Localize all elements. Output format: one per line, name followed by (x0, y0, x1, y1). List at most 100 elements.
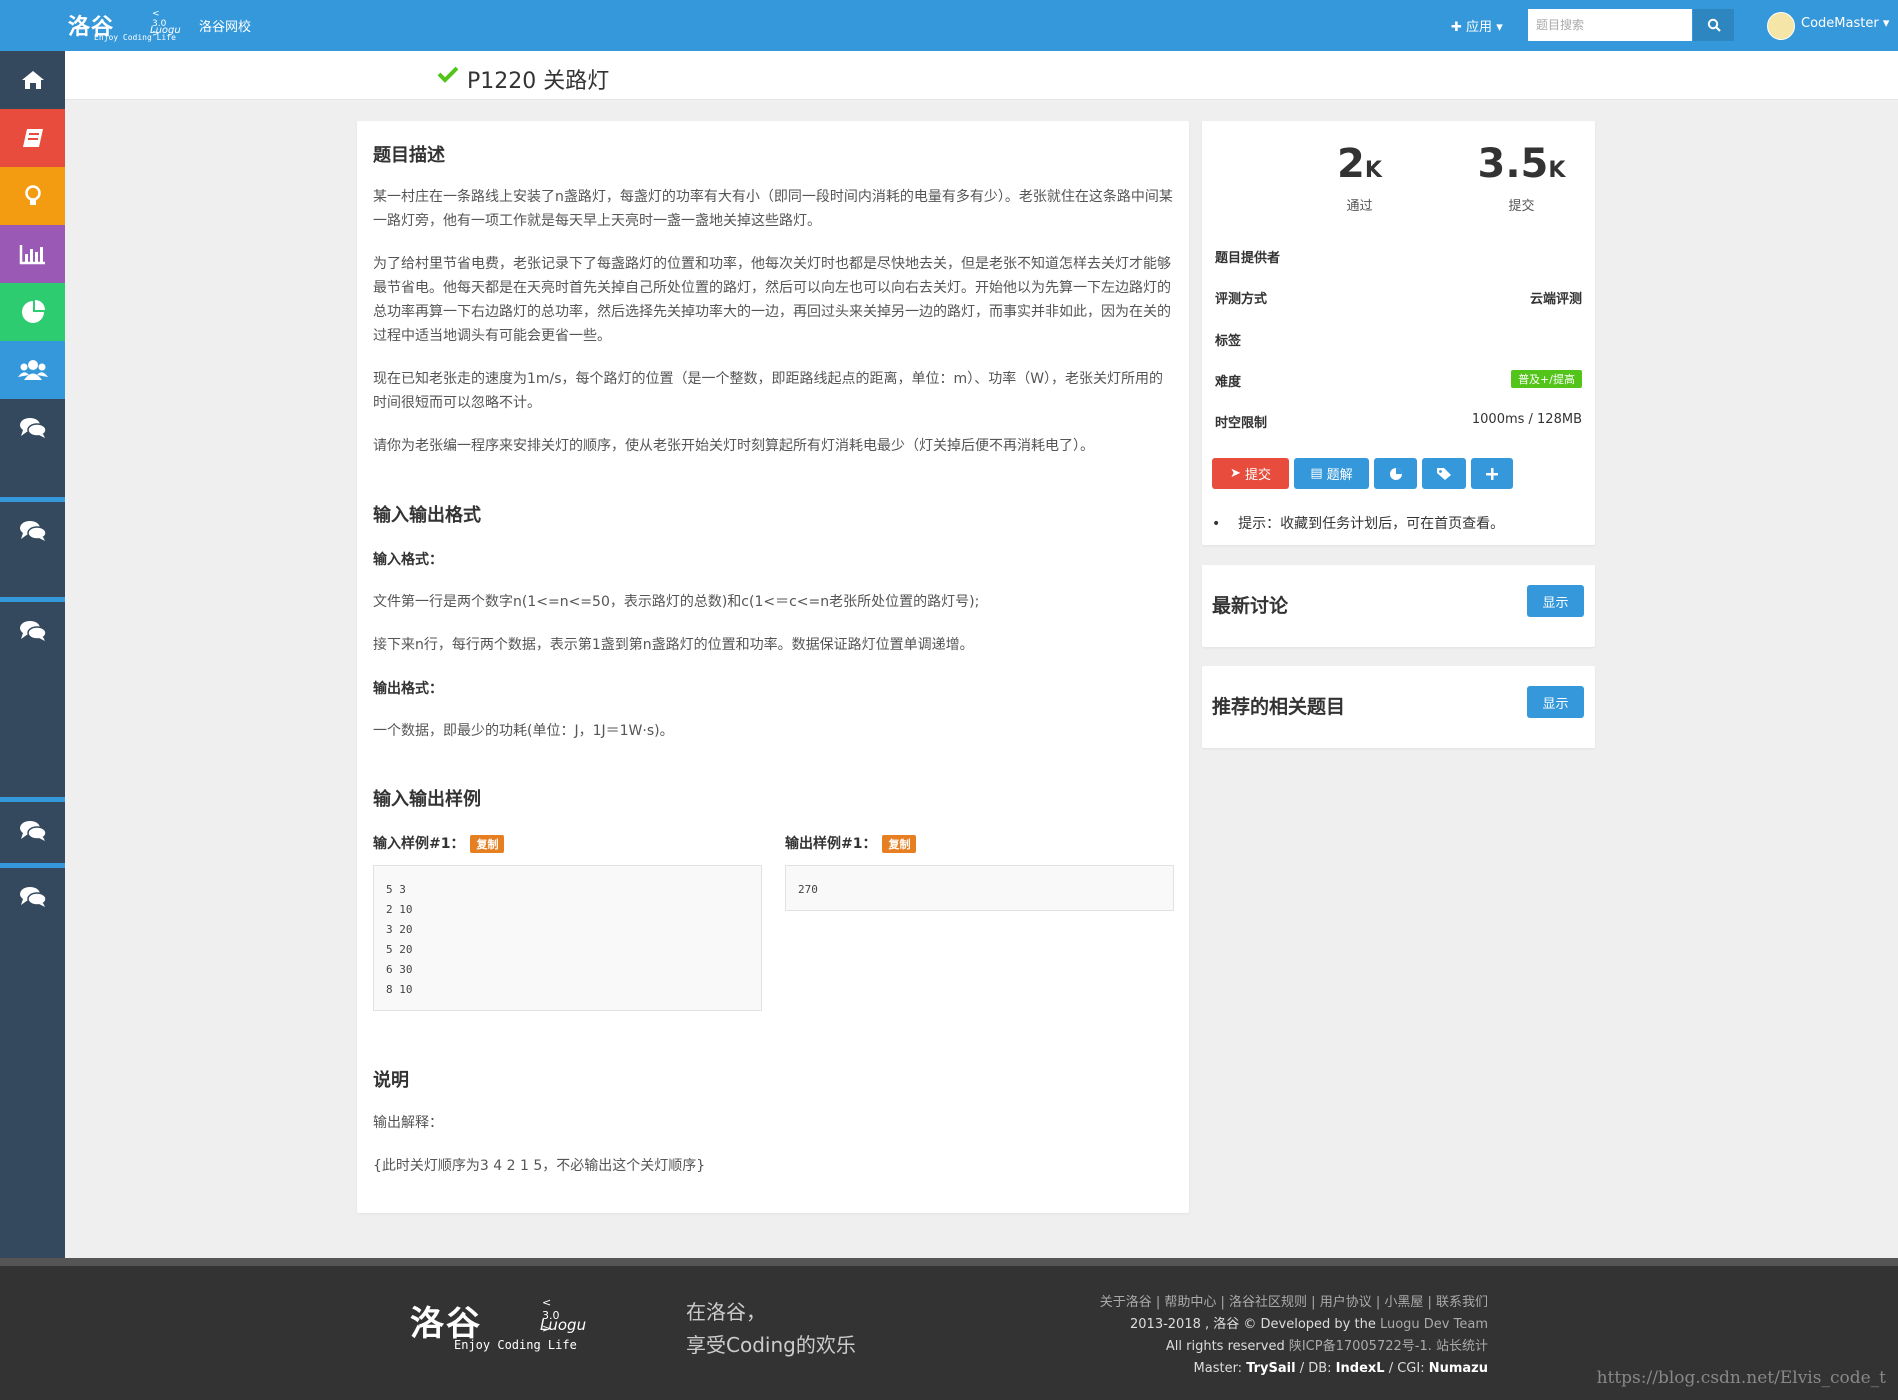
search-input[interactable] (1528, 9, 1692, 41)
show-related-button[interactable]: 显示 (1527, 686, 1584, 718)
discussions-panel: 最新讨论 显示 (1202, 565, 1595, 647)
discussions-heading: 最新讨论 (1212, 595, 1289, 617)
caret-down-icon: ▾ (1882, 16, 1890, 31)
apps-menu-label: 应用 (1466, 20, 1493, 35)
problem-title-bar: P1220 关路灯 (65, 51, 1898, 100)
submitted-count-unit: K (1548, 158, 1566, 183)
check-icon (437, 66, 459, 83)
sample-output-header: 输出样例#1： 复制 (785, 833, 917, 853)
comments-icon (19, 621, 47, 641)
cgi-server: Numazu (1428, 1361, 1488, 1376)
problem-card: 题目描述 某一村庄在一条路线上安装了n盏路灯，每盏灯的功率有大有小（即同一段时间… (357, 121, 1189, 1213)
avatar[interactable] (1767, 12, 1795, 40)
search-button[interactable] (1693, 9, 1734, 41)
sidebar-item-discuss-4[interactable] (0, 802, 65, 860)
sidebar-item-home[interactable] (0, 51, 65, 109)
pie-chart-icon (1389, 467, 1402, 480)
tags-label: 标签 (1215, 334, 1242, 349)
description-heading: 题目描述 (373, 145, 445, 166)
judge-label: 评测方式 (1215, 292, 1268, 307)
slogan-line-2: 享受Coding的欢乐 (686, 1333, 856, 1357)
book-icon: ▤ (1310, 466, 1323, 481)
plus-icon (1486, 467, 1498, 480)
input-format-line-2: 接下来n行，每行两个数据，表示第1盏到第n盏路灯的位置和功率。数据保证路灯位置单… (373, 637, 974, 653)
icp-link[interactable]: 陕ICP备17005722号-1. 站长统计 (1289, 1339, 1488, 1354)
sidebar-item-discuss-2[interactable] (0, 502, 65, 560)
solutions-button-label: 题解 (1326, 468, 1353, 483)
submitted-count-number: 3.5 (1477, 141, 1549, 187)
pie-chart-icon (21, 300, 45, 323)
description-para-1: 某一村庄在一条路线上安装了n盏路灯，每盏灯的功率有大有小（即同一段时间内消耗的电… (373, 189, 1173, 229)
output-format-label: 输出格式： (373, 681, 443, 697)
provider-label: 题目提供者 (1215, 251, 1281, 266)
copy-output-button[interactable]: 复制 (882, 835, 917, 853)
sidebar-item-teams[interactable] (0, 341, 65, 399)
bar-chart-icon (19, 245, 45, 265)
home-icon (21, 71, 44, 89)
sidebar-item-problems[interactable] (0, 109, 65, 167)
footer: 洛谷 < 3.0 > Luogu Enjoy Coding Life 在洛谷， … (0, 1258, 1898, 1400)
dev-team-link[interactable]: Luogu Dev Team (1380, 1317, 1488, 1332)
input-format-line-1: 文件第一行是两个数字n(1<=n<=50，表示路灯的总数)和c(1<＝c<=n老… (373, 594, 980, 610)
servers-line: Master: TrySail / DB: IndexL / CGI: Numa… (1100, 1358, 1488, 1380)
sidebar-item-training[interactable] (0, 167, 65, 225)
watermark: https://blog.csdn.net/Elvis_code_t (1596, 1368, 1886, 1388)
sample-input-header: 输入样例#1： 复制 (373, 833, 505, 853)
passed-count-unit: K (1364, 158, 1382, 183)
samples-heading: 输入输出样例 (373, 789, 481, 810)
sample-output-label: 输出样例#1： (785, 836, 877, 852)
show-discussions-button[interactable]: 显示 (1527, 585, 1584, 617)
sidebar-item-contests[interactable] (0, 283, 65, 341)
problem-info-card: 2K 通过 3.5K 提交 题目提供者 评测方式 云端评测 标签 难度 普及+/… (1202, 121, 1595, 545)
description-para-4: 请你为老张编一程序来安排关灯的顺序，使从老张开始关灯时刻算起所有灯消耗电最少（灯… (373, 438, 1094, 454)
footer-logo-tagline: Enjoy Coding Life (454, 1338, 577, 1352)
notes-line-2: {此时关灯顺序为3 4 2 1 5，不必输出这个关灯顺序} (373, 1158, 706, 1174)
paper-plane-icon: ➤ (1230, 466, 1241, 481)
sidebar (0, 51, 65, 1258)
sidebar-item-discuss-5[interactable] (0, 868, 65, 926)
related-problems-panel: 推荐的相关题目 显示 (1202, 666, 1595, 748)
luogu-logo[interactable]: 洛谷 < 3.0 > Luogu Enjoy Coding Life (68, 9, 181, 42)
apps-menu[interactable]: ✚ 应用 ▾ (1451, 16, 1503, 35)
limits-value: 1000ms / 128MB (1471, 412, 1582, 427)
top-navbar: 洛谷 < 3.0 > Luogu Enjoy Coding Life 洛谷网校 … (0, 0, 1898, 51)
solutions-button[interactable]: ▤ 题解 (1294, 458, 1369, 489)
tags-button[interactable] (1422, 458, 1466, 489)
school-link[interactable]: 洛谷网校 (199, 16, 251, 35)
lightbulb-icon (24, 185, 41, 205)
users-icon (17, 360, 48, 380)
sample-output-box: 270 (785, 865, 1174, 911)
sidebar-item-records[interactable] (0, 225, 65, 283)
sample-input-label: 输入样例#1： (373, 836, 465, 852)
slogan-line-1: 在洛谷， (686, 1300, 766, 1324)
caret-down-icon: ▾ (1496, 20, 1503, 35)
limits-label: 时空限制 (1215, 416, 1268, 431)
sidebar-item-discuss-1[interactable] (0, 399, 65, 457)
username: CodeMaster (1801, 16, 1879, 31)
copyright-line: 2013-2018 , 洛谷 © Developed by the Luogu … (1100, 1314, 1488, 1336)
passed-label: 通过 (1346, 199, 1373, 214)
description-para-2: 为了给村里节省电费，老张记录下了每盏路灯的位置和功率，他每次关灯时也都是尽快地去… (373, 256, 1171, 344)
statistics-button[interactable] (1374, 458, 1417, 489)
cgi-prefix: / CGI: (1384, 1361, 1429, 1376)
footer-logo: 洛谷 < 3.0 > Luogu Enjoy Coding Life (410, 1296, 586, 1352)
master-prefix: Master: (1193, 1361, 1247, 1376)
sidebar-item-discuss-3[interactable] (0, 602, 65, 660)
comments-icon (19, 821, 47, 841)
sample-input-box: 5 3 2 10 3 20 5 20 6 30 8 10 (373, 865, 762, 1011)
submit-button[interactable]: ➤ 提交 (1212, 458, 1289, 489)
footer-nav-links[interactable]: 关于洛谷 | 帮助中心 | 洛谷社区规则 | 用户协议 | 小黑屋 | 联系我们 (1100, 1292, 1488, 1314)
logo-tagline: Enjoy Coding Life (94, 33, 176, 42)
copy-input-button[interactable]: 复制 (470, 835, 505, 853)
difficulty-badge: 普及+/提高 (1511, 370, 1582, 388)
user-menu[interactable]: CodeMaster ▾ (1801, 16, 1889, 31)
passed-count: 2K (1302, 141, 1417, 187)
rights-line: All rights reserved 陕ICP备17005722号-1. 站长… (1100, 1336, 1488, 1358)
input-format-label: 输入格式： (373, 552, 443, 568)
submitted-label: 提交 (1508, 199, 1535, 214)
footer-logo-sub: Luogu (540, 1316, 587, 1334)
add-to-plan-button[interactable] (1471, 458, 1513, 489)
book-icon (22, 129, 43, 147)
io-heading: 输入输出格式 (373, 505, 481, 526)
passed-count-number: 2 (1337, 141, 1365, 187)
